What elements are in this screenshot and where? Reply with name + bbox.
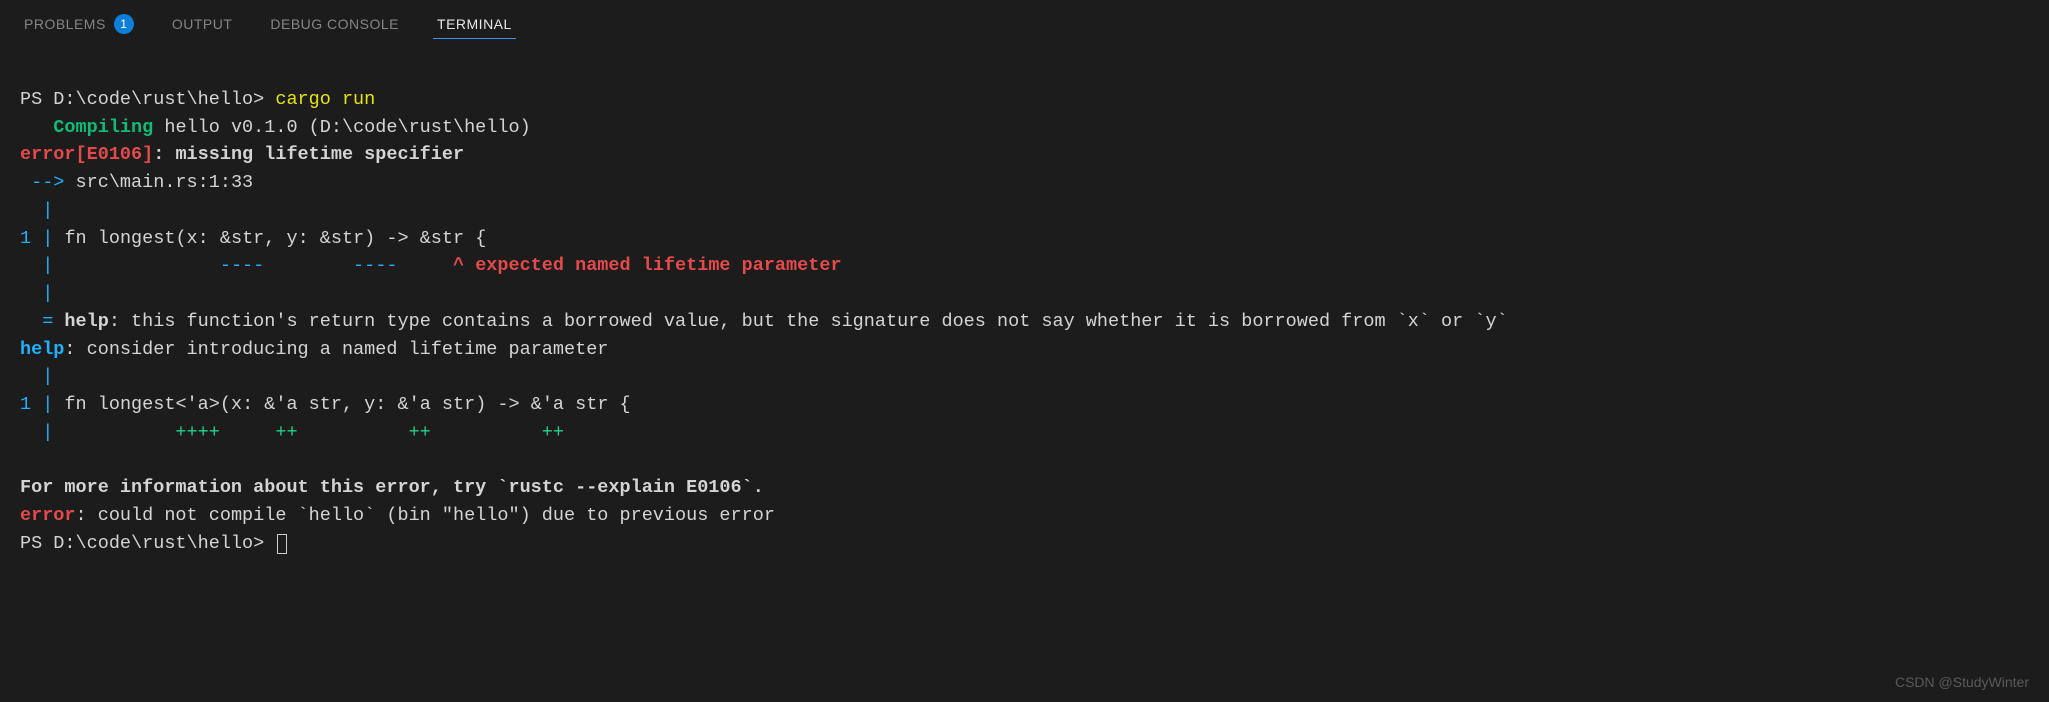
tab-problems-label: PROBLEMS xyxy=(24,16,106,32)
gutter-pipe: | xyxy=(20,255,53,276)
problems-badge: 1 xyxy=(114,14,134,34)
gutter-pipe: | xyxy=(20,200,53,221)
compiling-label: Compiling xyxy=(20,117,153,138)
tab-debug-console[interactable]: DEBUG CONSOLE xyxy=(266,10,403,38)
help-text: : this function's return type contains a… xyxy=(109,311,1508,332)
gutter-pipe: | xyxy=(20,422,53,443)
location-arrow: --> xyxy=(20,172,76,193)
tab-output[interactable]: OUTPUT xyxy=(168,10,237,38)
cursor-icon xyxy=(277,534,287,554)
error-compile-msg: : could not compile `hello` (bin "hello"… xyxy=(76,505,775,526)
plus-markers: ++++ ++ ++ ++ xyxy=(53,422,564,443)
source-line: fn longest(x: &str, y: &str) -> &str { xyxy=(64,228,486,249)
prompt-path: PS D:\code\rust\hello> xyxy=(20,89,275,110)
error-code: error[E0106] xyxy=(20,144,153,165)
suggested-line: fn longest<'a>(x: &'a str, y: &'a str) -… xyxy=(64,394,630,415)
gutter-line-no: 1 xyxy=(20,228,42,249)
terminal-output[interactable]: PS D:\code\rust\hello> cargo run Compili… xyxy=(0,40,2049,576)
prompt-command: cargo run xyxy=(275,89,375,110)
gutter-pipe: | xyxy=(42,394,64,415)
caret-message: ^ expected named lifetime parameter xyxy=(453,255,842,276)
tab-terminal[interactable]: TERMINAL xyxy=(433,10,516,39)
panel-tabs: PROBLEMS 1 OUTPUT DEBUG CONSOLE TERMINAL xyxy=(0,0,2049,40)
tab-output-label: OUTPUT xyxy=(172,16,233,32)
help-label: help xyxy=(64,311,108,332)
help-label: help xyxy=(20,339,64,360)
gutter-eq: = xyxy=(20,311,64,332)
underline-dashes: ---- ---- xyxy=(53,255,453,276)
gutter-pipe: | xyxy=(20,283,53,304)
compiling-rest: hello v0.1.0 (D:\code\rust\hello) xyxy=(153,117,530,138)
gutter-line-no: 1 xyxy=(20,394,42,415)
error-message: : missing lifetime specifier xyxy=(153,144,464,165)
tab-terminal-label: TERMINAL xyxy=(437,16,512,32)
error-label: error xyxy=(20,505,76,526)
location: src\main.rs:1:33 xyxy=(76,172,254,193)
help-text: : consider introducing a named lifetime … xyxy=(64,339,608,360)
gutter-pipe: | xyxy=(42,228,64,249)
tab-problems[interactable]: PROBLEMS 1 xyxy=(20,8,138,40)
prompt-path: PS D:\code\rust\hello> xyxy=(20,533,275,554)
more-info: For more information about this error, t… xyxy=(20,477,764,498)
gutter-pipe: | xyxy=(20,366,53,387)
tab-debug-label: DEBUG CONSOLE xyxy=(270,16,399,32)
watermark: CSDN @StudyWinter xyxy=(1895,674,2029,690)
